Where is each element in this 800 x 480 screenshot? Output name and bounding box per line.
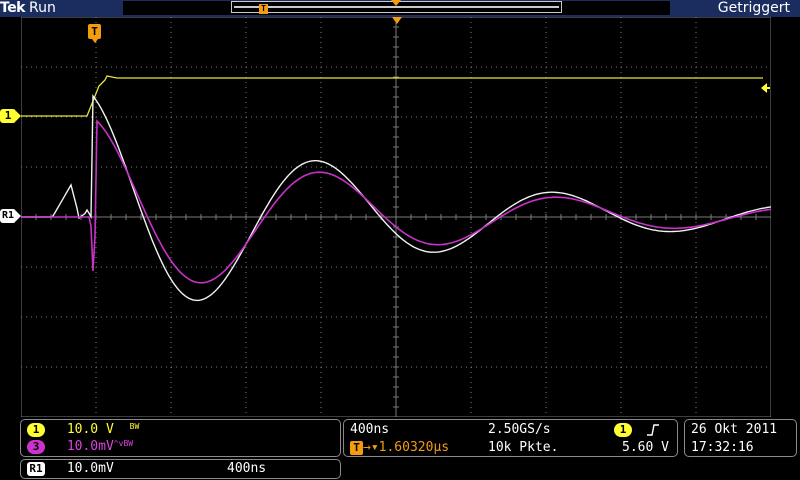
waveform-display[interactable] [21,17,771,417]
trigger-position-marker[interactable]: T [88,24,101,43]
ch1-ground-marker[interactable]: 1 [0,109,21,123]
ch3-bw-limit-icon: BW [123,439,134,448]
ref1-ground-marker[interactable]: R1 [0,209,21,223]
record-center-marker [391,0,401,6]
ch3-readout[interactable]: 3 10.0mV^vBW [27,439,133,454]
delay-arrow-icon: →▾ [363,440,379,455]
status-bar: Tek Run T Getriggert [0,0,800,17]
ch1-waveform [21,75,763,117]
run-state[interactable]: Run [29,0,56,16]
expansion-point-marker [392,17,402,24]
time: 17:32:16 [691,440,754,455]
brand: Tek Run [0,0,56,17]
trigger-source[interactable]: 1 [614,422,660,437]
ch3-badge: 3 [27,439,45,454]
trigger-delay-value: 1.60320µs [378,440,450,455]
rising-edge-icon [646,423,659,436]
ch1-bw-limit-icon: BW [129,422,140,431]
trigger-source-badge: 1 [614,422,632,437]
reference-readout-panel[interactable]: R1 10.0mV 400ns [20,459,341,479]
brand-logo: Tek [0,0,26,16]
ref1-scale: 10.0mV [66,461,114,476]
ch3-invert-icon: ^v [113,439,124,448]
datetime-panel: 26 Okt 2011 17:32:16 [684,419,797,457]
ch1-readout[interactable]: 1 10.0 V BW [27,422,139,437]
trigger-delay[interactable]: T →▾1.60320µs [350,440,449,455]
ref1-badge: R1 [27,461,45,476]
channel-readout-panel[interactable]: 1 10.0 V BW 3 10.0mV^vBW [20,419,341,457]
ref1-timebase: 400ns [227,461,267,476]
acquisition-readout-panel[interactable]: 400ns 2.50GS/s 1 T →▾1.60320µs 10k Pkte. … [343,419,678,457]
date: 26 Okt 2011 [691,422,778,437]
ref1-readout[interactable]: R1 10.0mV [27,461,114,476]
ch3-scale: 10.0mV [66,439,114,454]
sample-rate: 2.50GS/s [488,422,551,437]
ch1-badge: 1 [27,422,45,437]
horizontal-scale[interactable]: 400ns [350,422,389,437]
record-trigger-icon: T [259,4,268,14]
trigger-status: Getriggert [717,0,790,16]
ch1-scale: 10.0 V [66,422,114,437]
trigger-delay-icon: T [350,440,363,455]
graticule-grid [21,17,771,417]
record-length: 10k Pkte. [488,440,559,455]
graticule [21,17,771,417]
trigger-level-marker[interactable] [761,83,770,93]
trigger-level[interactable]: 5.60 V [622,440,669,455]
